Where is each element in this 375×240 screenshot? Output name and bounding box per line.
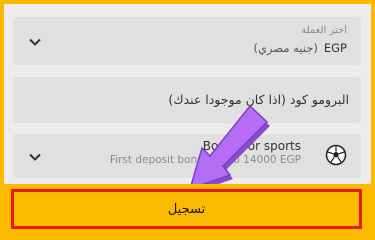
chevron-down-icon <box>27 149 43 165</box>
currency-value: (جنيه مصري) EGP <box>254 41 347 55</box>
footer-bar: تسجيل <box>4 184 371 236</box>
promo-code-input[interactable]: البرومو كود (اذا كان موجودا عندك) <box>13 77 361 123</box>
currency-label: اختر العملة <box>301 25 347 36</box>
soccer-ball-icon <box>325 144 347 166</box>
registration-form: اختر العملة (جنيه مصري) EGP البرومو كود (… <box>4 4 371 236</box>
bonus-title: Bonus for sports <box>202 139 301 153</box>
bonus-subtitle: First deposit bonus up to 14000 EGP <box>109 154 301 166</box>
bonus-select[interactable]: Bonus for sports First deposit bonus up … <box>13 134 361 178</box>
currency-select[interactable]: اختر العملة (جنيه مصري) EGP <box>13 17 361 65</box>
promo-code-placeholder: البرومو كود (اذا كان موجودا عندك) <box>168 92 349 107</box>
chevron-down-icon <box>27 34 43 50</box>
currency-code: EGP <box>323 41 347 55</box>
register-button[interactable]: تسجيل <box>11 189 362 229</box>
currency-name: (جنيه مصري) <box>253 41 318 55</box>
